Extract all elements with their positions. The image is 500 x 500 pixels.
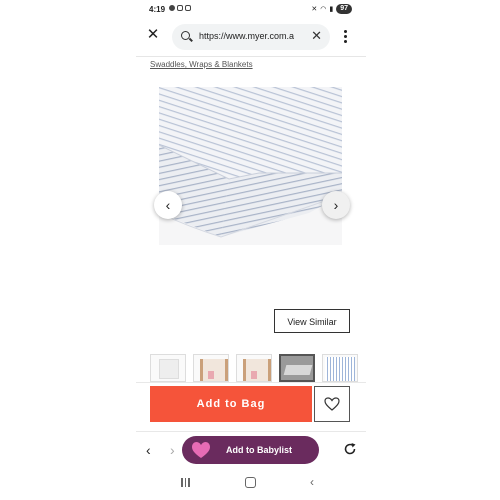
- search-icon: [181, 31, 190, 40]
- notification-icons: [169, 5, 191, 11]
- fitted-sheet-image: [158, 87, 343, 238]
- wishlist-button[interactable]: [314, 386, 350, 422]
- clear-url-icon[interactable]: ✕: [311, 29, 322, 43]
- status-bar: 4:19 ✕ ◠ ▮ 97: [136, 0, 366, 20]
- divider: [136, 431, 366, 432]
- signal-icon: ▮: [329, 6, 334, 13]
- add-to-babylist-button[interactable]: Add to Babylist: [182, 436, 319, 464]
- more-menu-icon[interactable]: [344, 30, 348, 45]
- recent-apps-icon[interactable]: [181, 478, 190, 487]
- thumbnail-selected[interactable]: [279, 354, 315, 382]
- divider: [136, 56, 366, 57]
- calendar-icon: [177, 5, 183, 11]
- add-to-babylist-label: Add to Babylist: [226, 445, 293, 455]
- back-icon[interactable]: ‹: [146, 442, 151, 458]
- browser-url-bar: ✕ https://www.myer.com.a ✕: [136, 22, 366, 52]
- url-field[interactable]: https://www.myer.com.a ✕: [172, 24, 330, 50]
- thumbnail-strip: [150, 354, 358, 382]
- heart-outline-icon: [324, 397, 340, 411]
- thumbnail[interactable]: [322, 354, 358, 382]
- url-text: https://www.myer.com.a: [199, 31, 295, 41]
- mute-icon: ✕: [311, 6, 318, 13]
- reload-icon[interactable]: [343, 442, 357, 456]
- divider: [136, 382, 366, 383]
- thumbnail[interactable]: [193, 354, 229, 382]
- thumbnail[interactable]: [150, 354, 186, 382]
- breadcrumb-link[interactable]: Swaddles, Wraps & Blankets: [150, 60, 253, 69]
- close-tab-icon[interactable]: ✕: [146, 27, 160, 42]
- notification-icon: [169, 5, 175, 11]
- previous-image-button[interactable]: ‹: [154, 191, 182, 219]
- phone-screen: 4:19 ✕ ◠ ▮ 97 ✕ https://www.myer.com.a ✕…: [136, 0, 366, 500]
- android-nav-bar: ‹: [136, 474, 366, 494]
- system-icons: ✕ ◠ ▮ 97: [311, 4, 352, 14]
- battery-indicator: 97: [336, 4, 352, 14]
- wifi-icon: ◠: [320, 6, 327, 13]
- status-time: 4:19: [149, 5, 166, 14]
- screenshot-icon: [185, 5, 191, 11]
- product-image[interactable]: [158, 87, 343, 245]
- view-similar-button[interactable]: View Similar: [274, 309, 350, 333]
- next-image-button[interactable]: ›: [322, 191, 350, 219]
- forward-icon[interactable]: ›: [170, 442, 175, 458]
- home-icon[interactable]: [245, 477, 256, 488]
- system-back-icon[interactable]: ‹: [310, 475, 314, 489]
- thumbnail[interactable]: [236, 354, 272, 382]
- babylist-heart-icon: [192, 442, 210, 458]
- add-to-bag-button[interactable]: Add to Bag: [150, 386, 312, 422]
